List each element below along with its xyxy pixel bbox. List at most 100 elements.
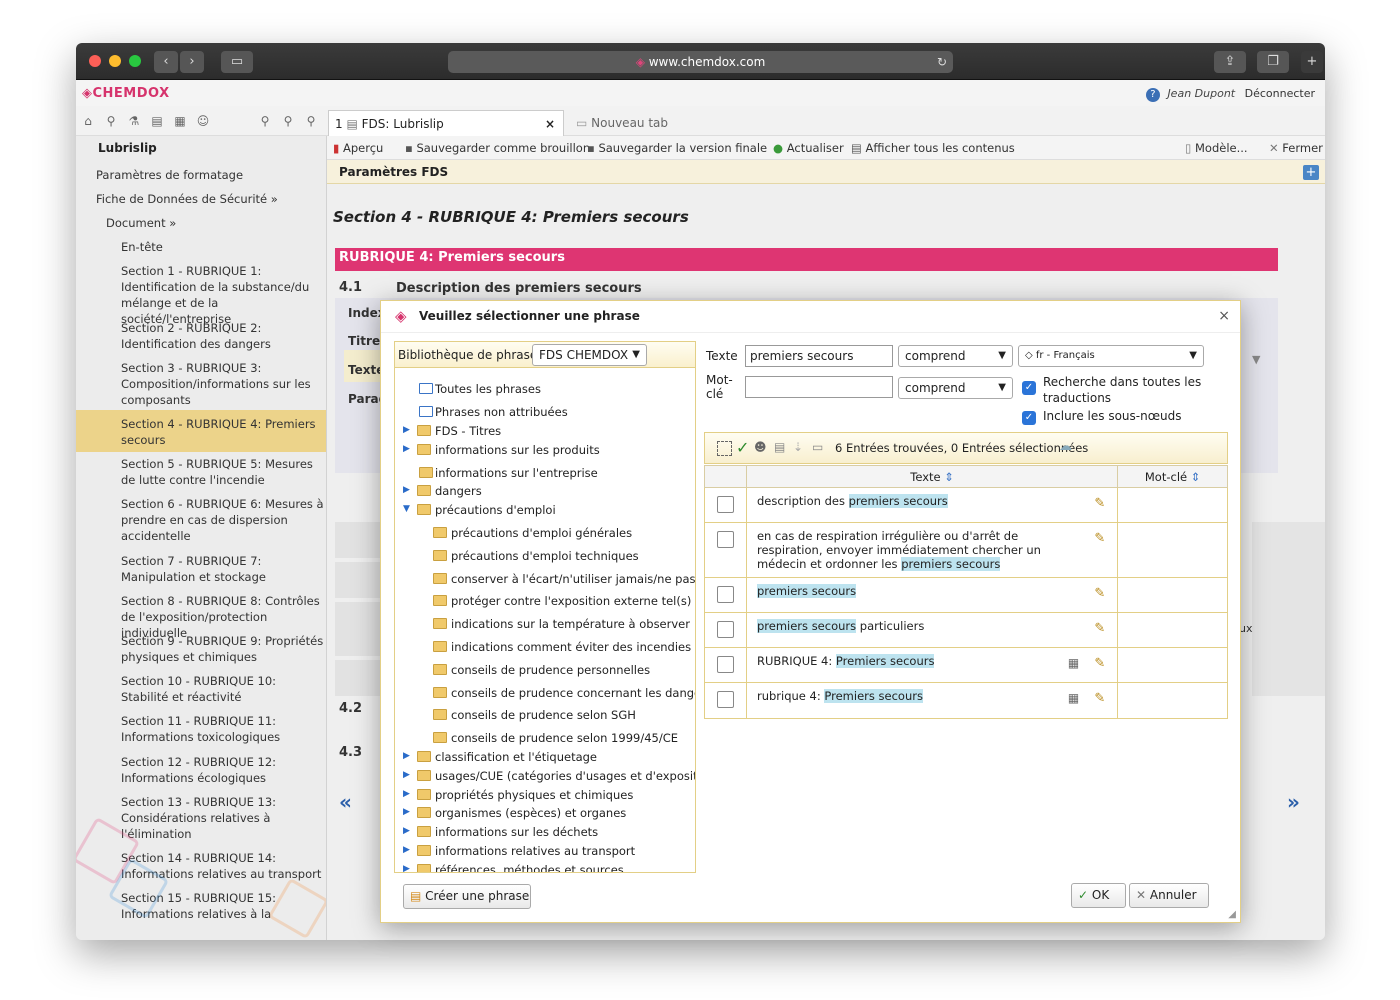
table-row[interactable]: description des premiers secours ✎ xyxy=(704,487,1228,523)
row-checkbox[interactable] xyxy=(716,496,734,513)
collapsed-triangle-icon[interactable]: ▶ xyxy=(403,845,410,855)
document-icon[interactable]: ▤ xyxy=(149,114,165,128)
collapsed-triangle-icon[interactable]: ▶ xyxy=(403,485,410,495)
tab-fds-lubrislip[interactable]: 1 ▤ FDS: Lubrislip × xyxy=(328,110,564,136)
table-row[interactable]: en cas de respiration irrégulière ou d'a… xyxy=(704,522,1228,578)
sidebar-toggle-button[interactable]: ▭ xyxy=(221,51,253,73)
users-icon[interactable]: ☻ xyxy=(754,440,767,454)
tree-item[interactable]: ▶ organismes (espèces) et organes xyxy=(395,804,695,822)
tree-item[interactable]: ▶ propriétés physiques et chimiques xyxy=(395,786,695,804)
texte-input[interactable]: premiers secours xyxy=(745,345,893,367)
language-select[interactable]: ◇ fr - Français ▼ xyxy=(1018,345,1204,367)
show-all-button[interactable]: ▤ Afficher tous les contenus xyxy=(851,141,1015,155)
refresh-button[interactable]: ● Actualiser xyxy=(773,141,844,155)
forward-button[interactable]: › xyxy=(180,51,204,73)
tree-item[interactable]: conseils de prudence personnelles xyxy=(395,661,695,679)
collapsed-triangle-icon[interactable]: ▶ xyxy=(403,807,410,817)
collapsed-triangle-icon[interactable]: ▶ xyxy=(403,444,410,454)
phrase-info-icon[interactable]: ▦ xyxy=(1068,691,1079,705)
edit-pencil-icon[interactable]: ✎ xyxy=(1094,496,1105,511)
tree-item[interactable]: conserver à l'écart/n'utiliser jamais/ne… xyxy=(395,570,695,588)
tree-item[interactable]: ▶ FDS - Titres xyxy=(395,422,695,440)
search-icon[interactable]: ⚲ xyxy=(103,114,119,128)
collapse-arrow-icon[interactable]: ▼ xyxy=(1252,353,1260,366)
sidebar-item-section-11[interactable]: Section 11 - RUBRIQUE 11: Informations t… xyxy=(121,713,324,745)
close-document-button[interactable]: ✕ Fermer xyxy=(1269,141,1323,155)
close-window-icon[interactable] xyxy=(89,55,101,67)
motcle-input[interactable] xyxy=(745,376,893,398)
reload-icon[interactable]: ↻ xyxy=(937,51,947,73)
tree-item[interactable]: informations sur l'entreprise xyxy=(395,464,695,482)
users-icon[interactable]: ☺ xyxy=(195,114,211,128)
ok-button[interactable]: ✓ OK xyxy=(1071,883,1126,908)
tree-item[interactable]: ▼ précautions d'emploi xyxy=(395,501,695,519)
motcle-mode-select[interactable]: comprend ▼ xyxy=(898,377,1013,399)
cancel-button[interactable]: ✕ Annuler xyxy=(1129,883,1209,908)
sidebar-item-entete[interactable]: En-tête xyxy=(121,239,321,255)
back-button[interactable]: ‹ xyxy=(154,51,178,73)
expanded-triangle-icon[interactable]: ▼ xyxy=(403,504,410,514)
sidebar-item-section-13[interactable]: Section 13 - RUBRIQUE 13: Considérations… xyxy=(121,794,324,842)
sidebar-item-section-12[interactable]: Section 12 - RUBRIQUE 12: Informations é… xyxy=(121,754,324,786)
close-dialog-icon[interactable]: × xyxy=(1218,308,1230,324)
row-checkbox[interactable] xyxy=(716,531,734,548)
sidebar-item-section-9[interactable]: Section 9 - RUBRIQUE 9: Propriétés physi… xyxy=(121,633,324,665)
edit-pencil-icon[interactable]: ✎ xyxy=(1094,531,1105,546)
phrase-info-icon[interactable]: ▦ xyxy=(1068,656,1079,670)
document-search-icon[interactable]: ▤ xyxy=(774,440,785,454)
collapsed-triangle-icon[interactable]: ▶ xyxy=(403,789,410,799)
sidebar-item-fds[interactable]: Fiche de Données de Sécurité » xyxy=(96,191,321,207)
find-replace-icon[interactable]: ⚲ xyxy=(280,114,296,128)
new-tab-button[interactable]: + xyxy=(1301,51,1323,73)
all-translations-checkbox[interactable]: ✓ xyxy=(1022,381,1036,395)
home-icon[interactable]: ⌂ xyxy=(80,114,96,128)
row-checkbox[interactable] xyxy=(716,656,734,673)
tabs-overview-button[interactable]: ❐ xyxy=(1257,51,1289,73)
previous-section-icon[interactable]: « xyxy=(339,790,352,814)
collapsed-triangle-icon[interactable]: ▶ xyxy=(403,826,410,836)
url-bar[interactable]: ◈ www.chemdox.com ↻ xyxy=(448,51,953,73)
help-icon[interactable]: ? xyxy=(1145,88,1160,102)
table-row[interactable]: rubrique 4: Premiers secours ✎ ▦ xyxy=(704,682,1228,719)
header-texte[interactable]: Texte ⇕ xyxy=(745,465,1119,488)
save-final-button[interactable]: ▪ Sauvegarder la version finale xyxy=(587,141,767,155)
sidebar-item-section-7[interactable]: Section 7 - RUBRIQUE 7: Manipulation et … xyxy=(121,553,324,585)
cloud-icon[interactable]: ☁ xyxy=(1059,439,1072,454)
table-row[interactable]: premiers secours ✎ xyxy=(704,577,1228,613)
sort-down-icon[interactable]: ⇣ xyxy=(793,440,803,454)
sidebar-item-section-5[interactable]: Section 5 - RUBRIQUE 5: Mesures de lutte… xyxy=(121,456,324,488)
tree-item[interactable]: indications comment éviter des incendies… xyxy=(395,638,695,656)
find-next-icon[interactable]: ⚲ xyxy=(303,114,319,128)
sidebar-item-section-3[interactable]: Section 3 - RUBRIQUE 3: Composition/info… xyxy=(121,360,324,408)
apercu-button[interactable]: ▮ Aperçu xyxy=(333,141,383,155)
edit-pencil-icon[interactable]: ✎ xyxy=(1094,656,1105,671)
sidebar-item-formatage[interactable]: Paramètres de formatage xyxy=(96,167,321,183)
tree-item[interactable]: précautions d'emploi techniques xyxy=(395,547,695,565)
tree-item[interactable]: ▶ informations sur les déchets xyxy=(395,823,695,841)
documents-icon[interactable]: ▦ xyxy=(172,114,188,128)
row-checkbox[interactable] xyxy=(716,586,734,603)
tree-item[interactable]: protéger contre l'exposition externe tel… xyxy=(395,592,695,610)
save-draft-button[interactable]: ▪ Sauvegarder comme brouillon xyxy=(405,141,590,155)
zoom-icon[interactable]: ⚲ xyxy=(257,114,273,128)
tree-item[interactable]: conseils de prudence selon 1999/45/CE xyxy=(395,729,695,747)
table-row[interactable]: premiers secours particuliers ✎ xyxy=(704,612,1228,648)
tree-item[interactable]: conseils de prudence concernant les dang… xyxy=(395,684,695,702)
template-button[interactable]: ▯ Modèle... xyxy=(1185,141,1248,155)
expand-plus-icon[interactable]: + xyxy=(1303,165,1319,180)
sidebar-item-section-1[interactable]: Section 1 - RUBRIQUE 1: Identification d… xyxy=(121,263,324,327)
logout-link[interactable]: Déconnecter xyxy=(1245,87,1315,100)
tree-item[interactable]: ▶ informations relatives au transport xyxy=(395,842,695,860)
tree-item[interactable]: Phrases non attribuées xyxy=(395,403,695,421)
check-icon[interactable]: ✓ xyxy=(736,438,749,457)
next-section-icon[interactable]: » xyxy=(1287,790,1300,814)
sidebar-item-document[interactable]: Document » xyxy=(106,215,321,231)
tree-item[interactable]: indications sur la température à observe… xyxy=(395,615,695,633)
resize-grip-icon[interactable]: ◢ xyxy=(1228,909,1236,920)
flask-icon[interactable]: ⚗ xyxy=(126,114,142,128)
tree-item[interactable]: ▶ informations sur les produits xyxy=(395,441,695,459)
edit-pencil-icon[interactable]: ✎ xyxy=(1094,586,1105,601)
header-motcle[interactable]: Mot-clé ⇕ xyxy=(1117,465,1228,488)
collapsed-triangle-icon[interactable]: ▶ xyxy=(403,425,410,435)
keyboard-icon[interactable]: ▭ xyxy=(812,440,823,454)
